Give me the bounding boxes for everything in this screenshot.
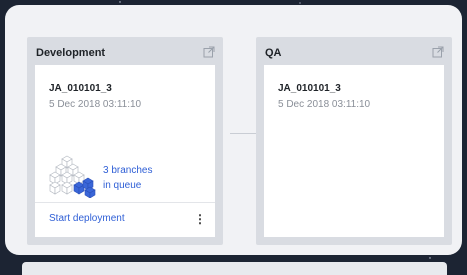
build-id: JA_010101_3 <box>278 83 341 94</box>
build-timestamp: 5 Dec 2018 03:11:10 <box>49 99 142 110</box>
cubes-icon <box>49 155 96 198</box>
stage-header: QA <box>256 37 452 63</box>
stage-qa: QA JA_010101_3 5 Dec 2018 03:11:10 <box>256 37 452 245</box>
card-footer: Start deployment ⋮ <box>35 202 215 237</box>
build-id: JA_010101_3 <box>49 83 112 94</box>
stage-development: Development JA_010101_3 5 Dec 2018 03:11… <box>27 37 223 245</box>
branches-in-queue-link[interactable]: 3 branches in queue <box>103 163 183 193</box>
stage-title: QA <box>265 47 282 59</box>
external-link-icon[interactable] <box>432 46 444 58</box>
queue-count-text: 3 branches <box>103 165 153 176</box>
start-deployment-button[interactable]: Start deployment <box>49 213 125 224</box>
external-link-icon[interactable] <box>203 46 215 58</box>
queue-suffix-text: in queue <box>103 180 142 191</box>
pipeline-board: Development JA_010101_3 5 Dec 2018 03:11… <box>5 5 462 255</box>
next-row-panel <box>22 262 447 275</box>
build-timestamp: 5 Dec 2018 03:11:10 <box>278 99 371 110</box>
more-vertical-icon[interactable]: ⋮ <box>194 212 206 226</box>
build-card: JA_010101_3 5 Dec 2018 03:11:10 <box>35 65 215 237</box>
stage-title: Development <box>36 47 106 59</box>
build-card: JA_010101_3 5 Dec 2018 03:11:10 <box>264 65 444 237</box>
stage-header: Development <box>27 37 223 63</box>
